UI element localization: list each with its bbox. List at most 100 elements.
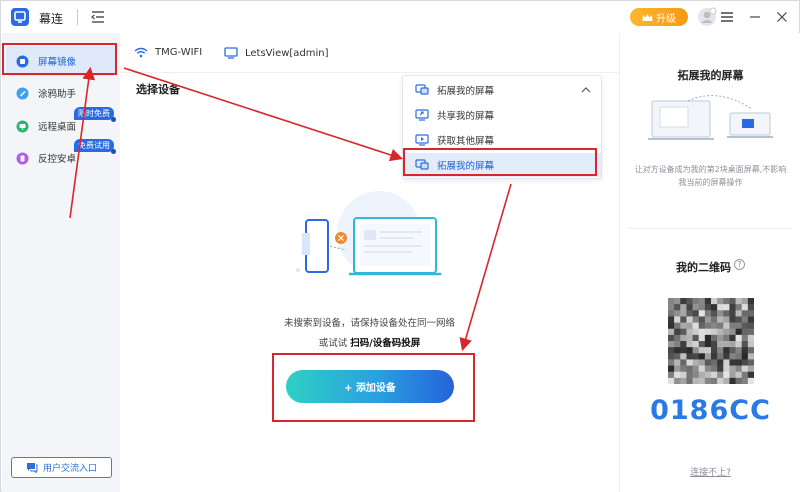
dropdown-header[interactable]: 拓展我的屏幕: [403, 78, 601, 102]
qr-cell: [723, 328, 730, 336]
sidebar-item-remote-desktop[interactable]: 远程桌面 限时免费: [6, 107, 116, 141]
qr-cell: [704, 365, 712, 373]
qr-cell: [717, 334, 724, 342]
qr-cell: [674, 341, 681, 348]
qr-cell: [674, 310, 681, 317]
sidebar-item-android-control[interactable]: 反控安卓 免费试用: [6, 139, 116, 173]
collapse-sidebar-icon[interactable]: [89, 8, 107, 26]
qr-cell: [686, 304, 693, 311]
scan-code-link[interactable]: 扫码/设备码投屏: [350, 338, 420, 349]
qr-cell: [686, 353, 693, 360]
chevron-up-icon: [581, 87, 591, 93]
help-icon[interactable]: ?: [734, 259, 745, 270]
qr-cell: [723, 310, 730, 317]
sidebar-item-label: 涂鸦助手: [38, 89, 77, 100]
qr-cell: [704, 304, 712, 311]
qr-cell: [729, 365, 736, 373]
qr-cell: [729, 310, 736, 317]
qr-cell: [735, 334, 743, 342]
qr-cell: [741, 298, 749, 305]
qr-cell: [674, 328, 681, 336]
qr-cell: [735, 365, 743, 373]
qr-code: [668, 298, 754, 384]
qr-cell: [668, 304, 675, 311]
qr-cell: [674, 322, 681, 330]
qr-cell: [680, 322, 687, 330]
qr-cell: [741, 347, 749, 354]
qr-cell: [741, 316, 749, 323]
qr-cell: [668, 328, 675, 336]
qr-cell: [692, 310, 700, 317]
qr-cell: [723, 377, 730, 384]
qr-cell: [747, 341, 754, 348]
qr-cell: [698, 304, 706, 311]
cant-connect-link[interactable]: 连接不上?: [620, 465, 800, 478]
qr-cell: [717, 341, 724, 348]
qr-cell: [735, 322, 743, 330]
qr-cell: [735, 298, 743, 305]
qr-cell: [711, 322, 718, 330]
qr-cell: [717, 353, 724, 360]
qr-cell: [686, 334, 693, 342]
network-bar: TMG-WIFI LetsView[admin]: [120, 33, 619, 73]
minimize-icon[interactable]: [746, 8, 764, 26]
device-code: 0186CC: [650, 395, 771, 426]
get-screen-icon: [415, 134, 429, 146]
qr-cell: [741, 310, 749, 317]
qr-cell: [668, 341, 675, 348]
sidebar-item-label: 远程桌面: [38, 122, 77, 133]
qr-cell: [704, 334, 712, 342]
qr-cell: [698, 353, 706, 360]
qr-cell: [692, 316, 700, 323]
annotation-box-dropdown: [403, 148, 597, 176]
device-name: LetsView[admin]: [245, 47, 329, 59]
qr-cell: [692, 328, 700, 336]
qr-cell: [680, 359, 687, 366]
sidebar-item-doodle[interactable]: 涂鸦助手: [6, 78, 116, 108]
qr-cell: [698, 359, 706, 366]
extend-panel-title: 拓展我的屏幕: [677, 69, 744, 82]
alternative-prefix: 或试试: [318, 338, 348, 349]
sidebar: 屏幕镜像 涂鸦助手 远程桌面 限时免费 反控安卓 免费试用 用户交流入口: [2, 33, 120, 492]
extend-screen-icon: [415, 84, 429, 95]
qr-cell: [723, 353, 730, 360]
qr-cell: [668, 365, 675, 373]
qr-cell: [692, 359, 700, 366]
qr-cell: [717, 304, 724, 311]
qr-cell: [729, 347, 736, 354]
qr-cell: [680, 377, 687, 384]
avatar-icon[interactable]: [697, 7, 717, 27]
qr-cell: [668, 371, 675, 379]
qr-cell: [735, 328, 743, 336]
qr-cell: [680, 328, 687, 336]
qr-cell: [686, 377, 693, 384]
close-icon[interactable]: [773, 8, 791, 26]
qr-cell: [747, 316, 754, 323]
qr-cell: [723, 304, 730, 311]
qr-cell: [723, 322, 730, 330]
qr-cell: [747, 334, 754, 342]
qr-cell: [711, 328, 718, 336]
qr-cell: [704, 353, 712, 360]
user-community-button[interactable]: 用户交流入口: [11, 457, 112, 478]
qr-cell: [704, 328, 712, 336]
qr-cell: [717, 347, 724, 354]
qr-cell: [692, 377, 700, 384]
qr-cell: [674, 359, 681, 366]
qr-cell: [680, 304, 687, 311]
qr-cell: [741, 353, 749, 360]
qr-title-text: 我的二维码: [676, 261, 731, 274]
qr-cell: [698, 334, 706, 342]
qr-cell: [668, 334, 675, 342]
menu-icon[interactable]: [718, 8, 736, 26]
qr-cell: [680, 341, 687, 348]
qr-cell: [698, 298, 706, 305]
qr-cell: [668, 298, 675, 305]
wifi-info: TMG-WIFI: [134, 47, 202, 58]
qr-cell: [686, 347, 693, 354]
qr-cell: [729, 316, 736, 323]
upgrade-button[interactable]: 升级: [630, 8, 688, 26]
dropdown-option-share[interactable]: 共享我的屏幕: [403, 103, 601, 127]
qr-cell: [674, 304, 681, 311]
qr-cell: [686, 298, 693, 305]
